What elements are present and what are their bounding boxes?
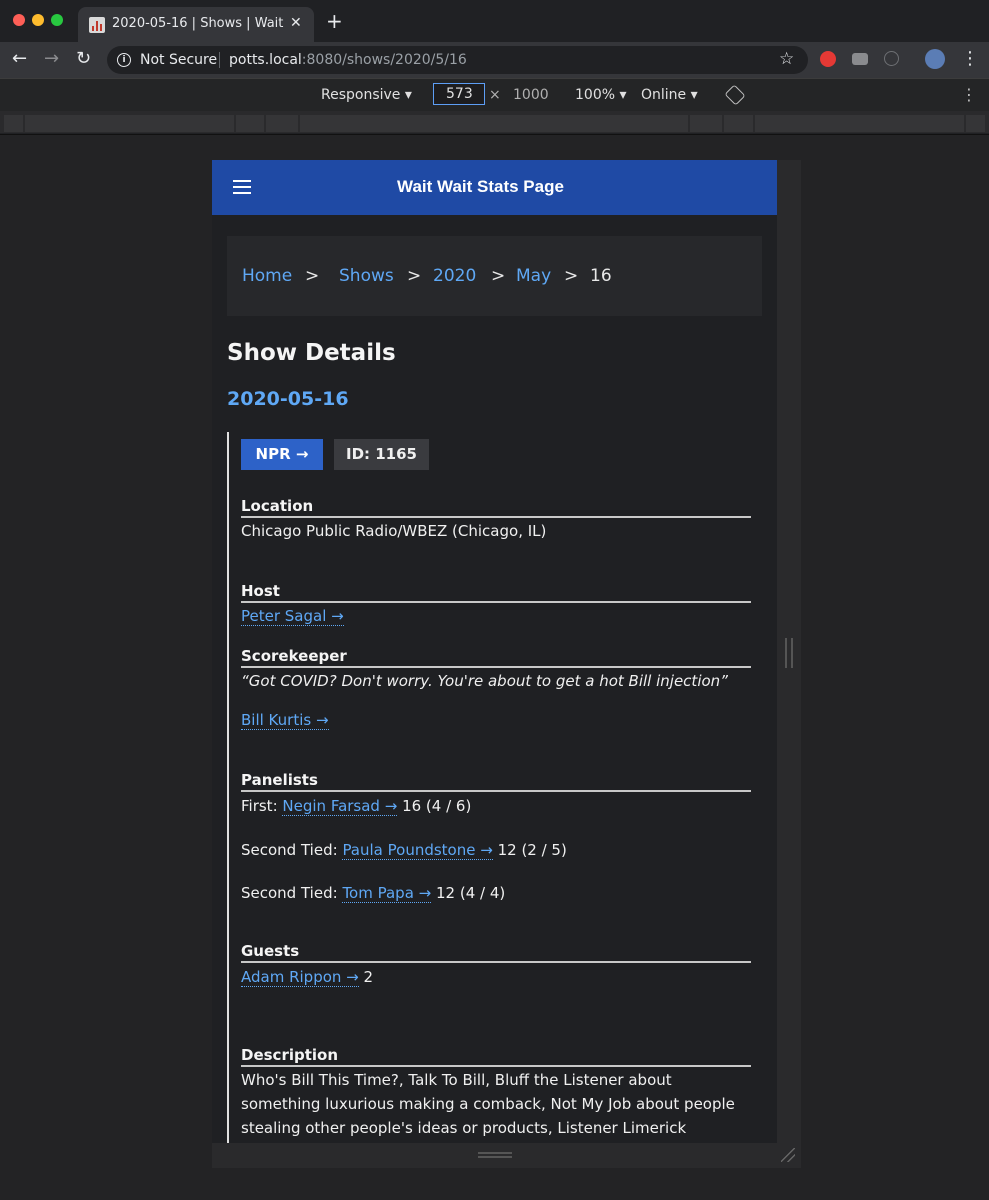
url-field[interactable]: i Not Secure potts.local:8080/shows/2020… bbox=[107, 46, 808, 74]
panelist-row: Second Tied: Paula Poundstone → 12 (2 / … bbox=[241, 838, 751, 862]
ruler-segment[interactable] bbox=[690, 115, 722, 132]
network-throttle-select[interactable]: Online ▾ bbox=[641, 87, 698, 103]
tab-close-icon[interactable]: ✕ bbox=[290, 15, 302, 31]
extension-stop-icon[interactable] bbox=[820, 51, 836, 67]
new-tab-button[interactable]: + bbox=[326, 11, 343, 31]
reload-icon[interactable]: ↻ bbox=[76, 49, 91, 69]
site-navbar: Wait Wait Stats Page bbox=[212, 160, 777, 215]
resize-handle-right[interactable] bbox=[785, 638, 793, 668]
tab-bar: 2020-05-16 | Shows | Wait Wa ✕ + bbox=[0, 0, 989, 42]
forward-icon[interactable]: → bbox=[44, 49, 59, 69]
window-maximize-button[interactable] bbox=[51, 14, 63, 26]
url-host: potts.local bbox=[229, 52, 302, 68]
panelist-link[interactable]: Negin Farsad → bbox=[282, 797, 398, 816]
resize-corner-handle[interactable] bbox=[781, 1148, 795, 1162]
rotate-icon[interactable] bbox=[724, 84, 746, 106]
info-icon[interactable]: i bbox=[117, 53, 131, 67]
extension-info-icon[interactable] bbox=[884, 51, 899, 66]
window-minimize-button[interactable] bbox=[32, 14, 44, 26]
show-details-panel: NPR → ID: 1165 Location Chicago Public R… bbox=[227, 432, 753, 1143]
tab-title: 2020-05-16 | Shows | Wait Wa bbox=[112, 16, 284, 31]
breadcrumb-month-link[interactable]: May bbox=[516, 266, 551, 286]
zoom-select[interactable]: 100% ▾ bbox=[575, 87, 627, 103]
panelist-score: 12 (4 / 4) bbox=[436, 884, 506, 902]
panelist-row: First: Negin Farsad → 16 (4 / 6) bbox=[241, 794, 751, 818]
breadcrumb-separator: > bbox=[491, 266, 506, 286]
page-viewport: Wait Wait Stats Page Home > Shows > 2020… bbox=[212, 160, 777, 1143]
breadcrumb-separator: > bbox=[305, 266, 320, 286]
breadcrumb-shows-link[interactable]: Shows bbox=[339, 266, 394, 286]
panelist-score: 16 (4 / 6) bbox=[402, 797, 472, 815]
omnibox-divider bbox=[219, 52, 220, 68]
ruler-segment[interactable] bbox=[724, 115, 753, 132]
url-text[interactable]: potts.local:8080/shows/2020/5/16 bbox=[229, 52, 467, 68]
location-value: Chicago Public Radio/WBEZ (Chicago, IL) bbox=[241, 522, 547, 540]
ruler-segment[interactable] bbox=[25, 115, 234, 132]
description-label: Description bbox=[241, 1046, 751, 1067]
site-title[interactable]: Wait Wait Stats Page bbox=[212, 177, 749, 197]
viewport-width-input[interactable]: 573 bbox=[433, 83, 485, 105]
guest-row: Adam Rippon → 2 bbox=[241, 965, 751, 989]
device-mode-select[interactable]: Responsive ▾ bbox=[321, 87, 412, 103]
resize-handle-bottom[interactable] bbox=[478, 1152, 512, 1158]
profile-avatar[interactable] bbox=[925, 49, 945, 69]
scorekeeper-link[interactable]: Bill Kurtis → bbox=[241, 711, 329, 730]
scorekeeper-label: Scorekeeper bbox=[241, 647, 751, 668]
browser-chrome: 2020-05-16 | Shows | Wait Wa ✕ + ← → ↻ i… bbox=[0, 0, 989, 135]
host-link[interactable]: Peter Sagal → bbox=[241, 607, 344, 626]
viewport-width-value: 573 bbox=[446, 86, 473, 102]
npr-link-button[interactable]: NPR → bbox=[241, 439, 323, 470]
breadcrumb: Home > Shows > 2020 > May > 16 bbox=[227, 236, 762, 316]
favicon-icon bbox=[89, 17, 105, 33]
device-toolbar: Responsive ▾ 573 × 1000 100% ▾ Online ▾ … bbox=[0, 78, 989, 111]
panelist-rank: Second Tied: bbox=[241, 841, 338, 859]
device-toolbar-more-icon[interactable]: ⋮ bbox=[961, 85, 977, 104]
url-path: :8080/shows/2020/5/16 bbox=[301, 52, 467, 68]
guest-link[interactable]: Adam Rippon → bbox=[241, 968, 359, 987]
ruler-segment[interactable] bbox=[755, 115, 964, 132]
breadcrumb-separator: > bbox=[564, 266, 579, 286]
location-label: Location bbox=[241, 497, 751, 518]
breadcrumb-year-link[interactable]: 2020 bbox=[433, 266, 476, 286]
menu-icon[interactable]: ⋮ bbox=[961, 48, 979, 69]
show-id-badge: ID: 1165 bbox=[334, 439, 429, 470]
guests-label: Guests bbox=[241, 942, 751, 963]
security-label[interactable]: Not Secure bbox=[140, 52, 217, 68]
ruler-segment[interactable] bbox=[300, 115, 688, 132]
breadcrumb-home-link[interactable]: Home bbox=[242, 266, 292, 286]
panelist-score: 12 (2 / 5) bbox=[497, 841, 567, 859]
show-date-heading[interactable]: 2020-05-16 bbox=[227, 388, 349, 410]
dimension-separator: × bbox=[489, 87, 501, 103]
browser-tab[interactable]: 2020-05-16 | Shows | Wait Wa ✕ bbox=[78, 7, 314, 42]
back-icon[interactable]: ← bbox=[12, 49, 27, 69]
panelist-rank: First: bbox=[241, 797, 278, 815]
host-label: Host bbox=[241, 582, 751, 603]
viewport-height-input[interactable]: 1000 bbox=[513, 87, 549, 103]
media-query-ruler bbox=[0, 111, 989, 133]
scorekeeper-row: Bill Kurtis → bbox=[241, 708, 751, 732]
description-text: Who's Bill This Time?, Talk To Bill, Blu… bbox=[241, 1071, 735, 1137]
ruler-segment[interactable] bbox=[4, 115, 23, 132]
window-close-button[interactable] bbox=[13, 14, 25, 26]
panelist-rank: Second Tied: bbox=[241, 884, 338, 902]
ruler-segment[interactable] bbox=[966, 115, 985, 132]
address-bar: ← → ↻ i Not Secure potts.local:8080/show… bbox=[0, 42, 989, 78]
bookmark-star-icon[interactable]: ☆ bbox=[779, 49, 794, 69]
panelist-link[interactable]: Tom Papa → bbox=[342, 884, 432, 903]
ruler-segment[interactable] bbox=[266, 115, 298, 132]
breadcrumb-separator: > bbox=[407, 266, 422, 286]
panelist-row: Second Tied: Tom Papa → 12 (4 / 4) bbox=[241, 881, 751, 905]
breadcrumb-current: 16 bbox=[590, 266, 612, 286]
panelist-link[interactable]: Paula Poundstone → bbox=[342, 841, 493, 860]
host-row: Peter Sagal → bbox=[241, 604, 751, 628]
guest-score: 2 bbox=[363, 968, 374, 986]
ruler-segment[interactable] bbox=[236, 115, 264, 132]
page-title: Show Details bbox=[227, 340, 396, 366]
scorekeeper-quote: “Got COVID? Don't worry. You're about to… bbox=[241, 672, 728, 690]
panelists-label: Panelists bbox=[241, 771, 751, 792]
extension-camera-icon[interactable] bbox=[852, 53, 868, 65]
